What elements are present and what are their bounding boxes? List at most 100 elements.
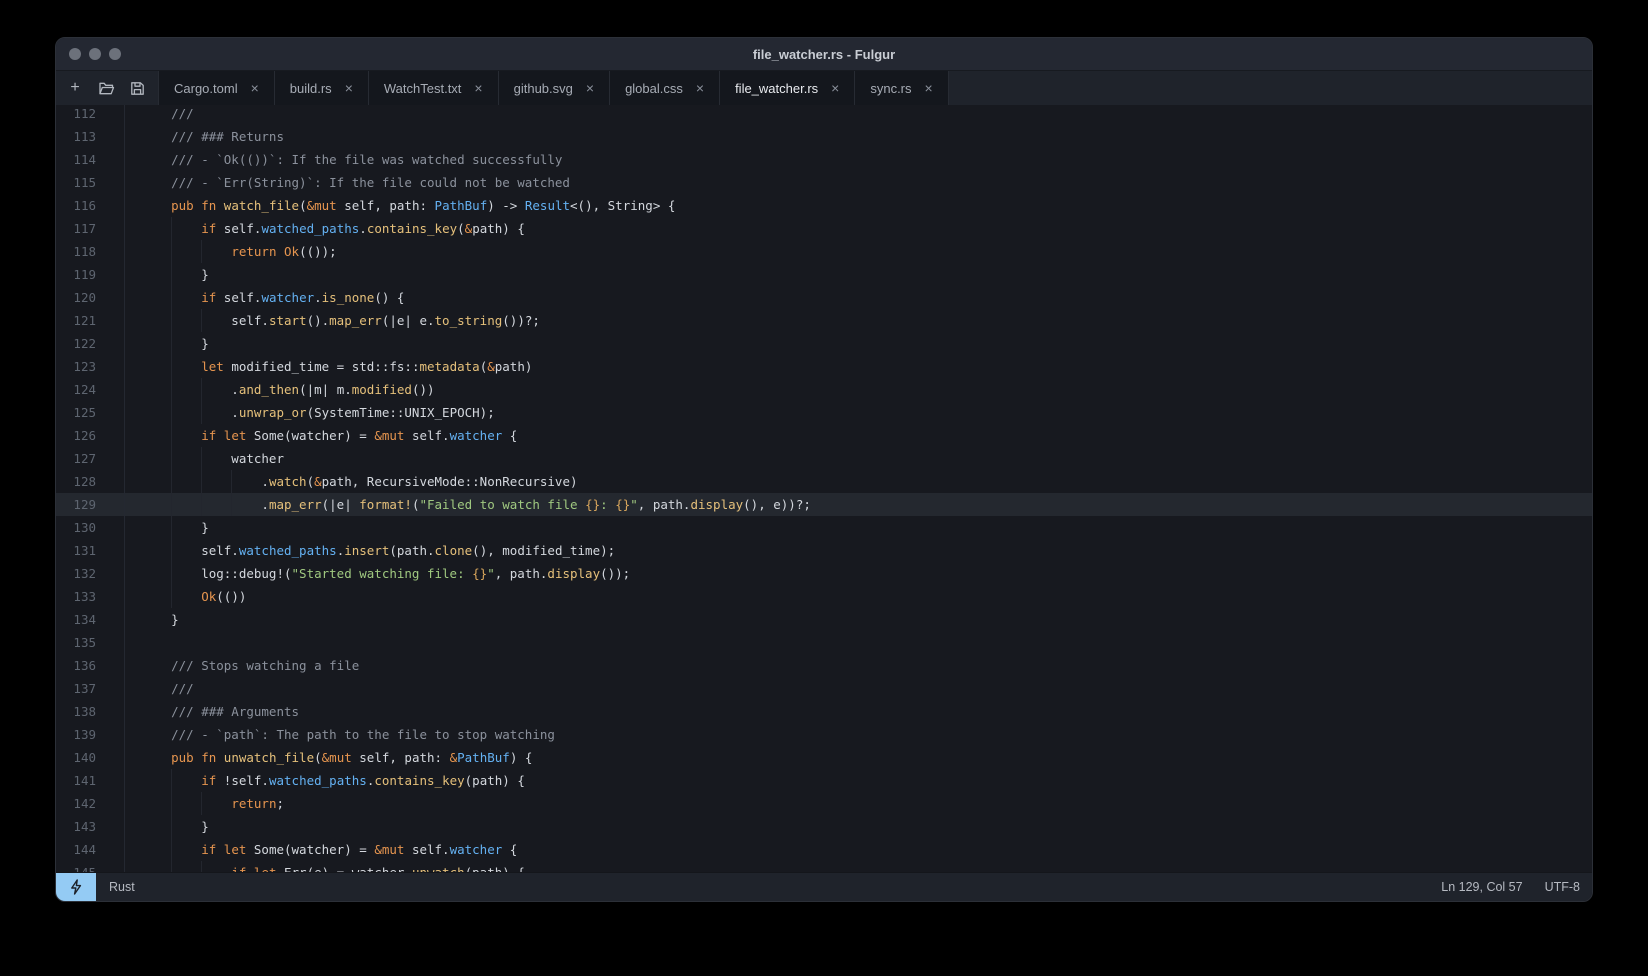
tab-close-icon[interactable]: × [925, 81, 933, 95]
code-line-138[interactable]: 138 /// ### Arguments [56, 700, 1592, 723]
tab-close-icon[interactable]: × [696, 81, 704, 95]
tab-label: build.rs [290, 81, 332, 96]
tab-bar-actions: + [56, 71, 158, 105]
code-line-125[interactable]: 125 .unwrap_or(SystemTime::UNIX_EPOCH); [56, 401, 1592, 424]
language-indicator[interactable]: Rust [109, 880, 135, 894]
line-content: if self.watched_paths.contains_key(&path… [124, 217, 1592, 240]
line-number: 142 [56, 792, 124, 815]
close-window-button[interactable] [69, 48, 81, 60]
line-number: 115 [56, 171, 124, 194]
indent-guide [171, 309, 172, 332]
code-line-145[interactable]: 145 if let Err(e) = watcher.unwatch(path… [56, 861, 1592, 872]
line-content: if let Some(watcher) = &mut self.watcher… [124, 424, 1592, 447]
code-line-137[interactable]: 137 /// [56, 677, 1592, 700]
code-line-131[interactable]: 131 self.watched_paths.insert(path.clone… [56, 539, 1592, 562]
line-content: .watch(&path, RecursiveMode::NonRecursiv… [124, 470, 1592, 493]
code-line-135[interactable]: 135 [56, 631, 1592, 654]
status-bar: Rust Ln 129, Col 57 UTF-8 [56, 872, 1592, 901]
code-line-118[interactable]: 118 return Ok(()); [56, 240, 1592, 263]
line-content: return Ok(()); [124, 240, 1592, 263]
traffic-lights [56, 48, 121, 60]
code-lines: 112 ///113 /// ### Returns114 /// - `Ok(… [56, 105, 1592, 872]
code-line-116[interactable]: 116 pub fn watch_file(&mut self, path: P… [56, 194, 1592, 217]
tab-global-css[interactable]: global.css × [610, 71, 720, 105]
line-content: if let Err(e) = watcher.unwatch(path) { [124, 861, 1592, 872]
code-line-115[interactable]: 115 /// - `Err(String)`: If the file cou… [56, 171, 1592, 194]
tab-label: sync.rs [870, 81, 911, 96]
indent-guide [171, 401, 172, 424]
line-number: 113 [56, 125, 124, 148]
line-content: return; [124, 792, 1592, 815]
code-line-139[interactable]: 139 /// - `path`: The path to the file t… [56, 723, 1592, 746]
indent-guide [201, 447, 202, 470]
code-line-112[interactable]: 112 /// [56, 105, 1592, 125]
code-line-121[interactable]: 121 self.start().map_err(|e| e.to_string… [56, 309, 1592, 332]
line-number: 122 [56, 332, 124, 355]
line-content: /// - `path`: The path to the file to st… [124, 723, 1592, 746]
indent-guide [201, 493, 202, 516]
line-number: 130 [56, 516, 124, 539]
indent-guide [171, 332, 172, 355]
cursor-position[interactable]: Ln 129, Col 57 [1441, 880, 1522, 894]
tab-sync-rs[interactable]: sync.rs × [855, 71, 948, 105]
zoom-window-button[interactable] [109, 48, 121, 60]
tab-build-rs[interactable]: build.rs × [275, 71, 369, 105]
tab-close-icon[interactable]: × [474, 81, 482, 95]
lightning-badge[interactable] [56, 873, 96, 901]
code-line-142[interactable]: 142 return; [56, 792, 1592, 815]
code-line-122[interactable]: 122 } [56, 332, 1592, 355]
code-line-134[interactable]: 134 } [56, 608, 1592, 631]
line-number: 134 [56, 608, 124, 631]
code-line-136[interactable]: 136 /// Stops watching a file [56, 654, 1592, 677]
code-line-128[interactable]: 128 .watch(&path, RecursiveMode::NonRecu… [56, 470, 1592, 493]
code-line-120[interactable]: 120 if self.watcher.is_none() { [56, 286, 1592, 309]
tab-Cargo-toml[interactable]: Cargo.toml× [158, 71, 275, 105]
code-line-129[interactable]: 129 .map_err(|e| format!("Failed to watc… [56, 493, 1592, 516]
tab-file_watcher-rs[interactable]: file_watcher.rs× [720, 71, 855, 105]
code-line-133[interactable]: 133 Ok(()) [56, 585, 1592, 608]
code-line-143[interactable]: 143 } [56, 815, 1592, 838]
tab-github-svg[interactable]: github.svg× [499, 71, 610, 105]
new-file-icon[interactable]: + [63, 76, 87, 100]
open-folder-icon[interactable] [94, 76, 118, 100]
minimize-window-button[interactable] [89, 48, 101, 60]
code-line-140[interactable]: 140 pub fn unwatch_file(&mut self, path:… [56, 746, 1592, 769]
line-content: /// - `Ok(())`: If the file was watched … [124, 148, 1592, 171]
code-line-119[interactable]: 119 } [56, 263, 1592, 286]
indent-guide [231, 470, 232, 493]
tab-close-icon[interactable]: × [586, 81, 594, 95]
code-line-117[interactable]: 117 if self.watched_paths.contains_key(&… [56, 217, 1592, 240]
indent-guide [171, 815, 172, 838]
code-line-114[interactable]: 114 /// - `Ok(())`: If the file was watc… [56, 148, 1592, 171]
editor[interactable]: 112 ///113 /// ### Returns114 /// - `Ok(… [56, 105, 1592, 872]
code-line-123[interactable]: 123 let modified_time = std::fs::metadat… [56, 355, 1592, 378]
line-number: 121 [56, 309, 124, 332]
code-line-126[interactable]: 126 if let Some(watcher) = &mut self.wat… [56, 424, 1592, 447]
code-line-141[interactable]: 141 if !self.watched_paths.contains_key(… [56, 769, 1592, 792]
line-content: pub fn watch_file(&mut self, path: PathB… [124, 194, 1592, 217]
code-line-124[interactable]: 124 .and_then(|m| m.modified()) [56, 378, 1592, 401]
tab-close-icon[interactable]: × [251, 81, 259, 95]
code-line-127[interactable]: 127 watcher [56, 447, 1592, 470]
code-line-144[interactable]: 144 if let Some(watcher) = &mut self.wat… [56, 838, 1592, 861]
indent-guide [171, 585, 172, 608]
encoding-indicator[interactable]: UTF-8 [1545, 880, 1580, 894]
line-number: 126 [56, 424, 124, 447]
code-line-132[interactable]: 132 log::debug!("Started watching file: … [56, 562, 1592, 585]
tab-WatchTest-txt[interactable]: WatchTest.txt × [369, 71, 499, 105]
save-icon[interactable] [125, 76, 149, 100]
line-number: 124 [56, 378, 124, 401]
line-content: /// [124, 677, 1592, 700]
line-number: 136 [56, 654, 124, 677]
code-line-130[interactable]: 130 } [56, 516, 1592, 539]
code-line-113[interactable]: 113 /// ### Returns [56, 125, 1592, 148]
tab-close-icon[interactable]: × [831, 81, 839, 95]
tab-close-icon[interactable]: × [345, 81, 353, 95]
indent-guide [201, 378, 202, 401]
line-content: if self.watcher.is_none() { [124, 286, 1592, 309]
window-title: file_watcher.rs - Fulgur [56, 47, 1592, 62]
tab-label: WatchTest.txt [384, 81, 462, 96]
tab-label: global.css [625, 81, 683, 96]
indent-guide [201, 792, 202, 815]
line-number: 144 [56, 838, 124, 861]
